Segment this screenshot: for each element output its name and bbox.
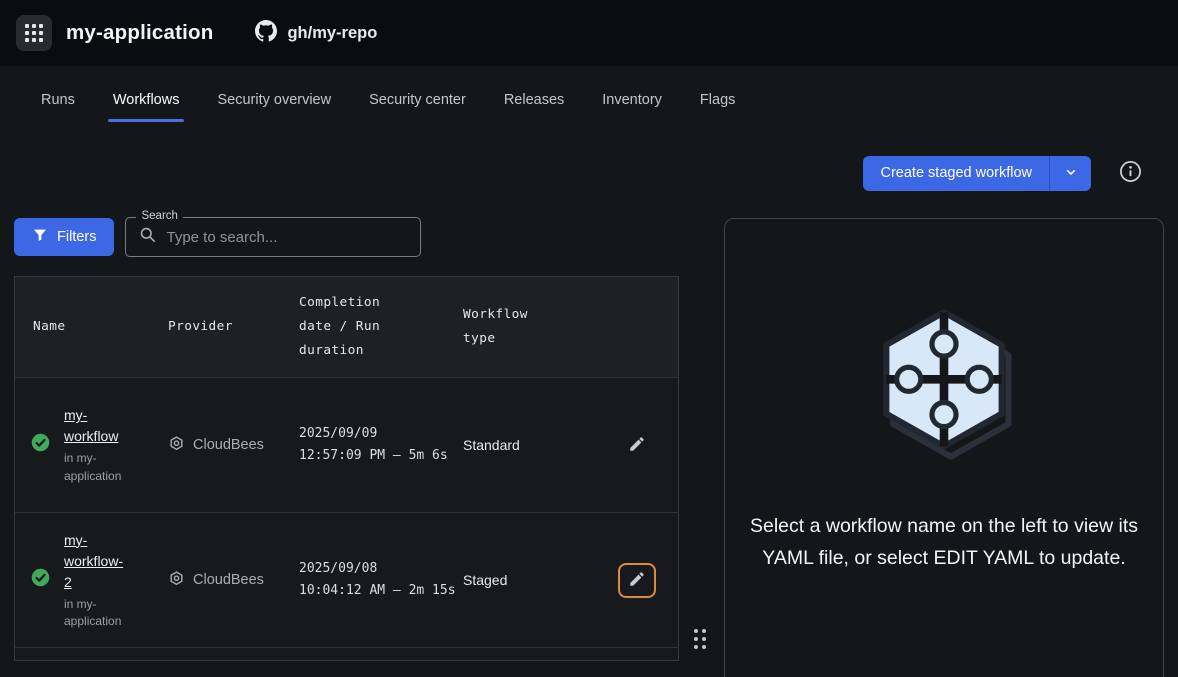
edit-cell [595, 429, 678, 462]
name-stack: my-workflow-2 in my-application [64, 530, 130, 631]
provider-cell: CloudBees [168, 570, 299, 591]
workflow-name-link[interactable]: my-workflow-2 [64, 530, 130, 593]
provider-label: CloudBees [193, 572, 264, 588]
workflow-scope: in my-application [64, 596, 126, 631]
cloudbees-icon [168, 570, 185, 591]
repo-label: gh/my-repo [287, 24, 377, 43]
table-row: my-workflow-2 in my-application CloudBee… [15, 512, 678, 647]
tab-workflows[interactable]: Workflows [98, 78, 195, 122]
yaml-detail-panel: Select a workflow name on the left to vi… [724, 218, 1164, 677]
name-cell: my-workflow in my-application [15, 405, 168, 485]
info-button[interactable] [1119, 160, 1142, 186]
tab-bar: Runs Workflows Security overview Securit… [0, 66, 1178, 133]
table-next-row-partial [15, 647, 678, 660]
github-icon [255, 20, 277, 47]
repo-link[interactable]: gh/my-repo [255, 20, 377, 47]
completion-date: 2025/09/08 [299, 558, 463, 580]
search-field: Search [125, 217, 421, 257]
column-header-provider: Provider [168, 315, 299, 339]
pencil-icon [628, 570, 646, 591]
run-time: 10:04:12 AM – 2m 15s [299, 580, 463, 602]
main-content: Filters Search Name Provider Completion … [0, 213, 1178, 677]
app-title: my-application [66, 21, 213, 45]
workflow-scope: in my-application [64, 450, 126, 485]
chevron-down-icon [1063, 164, 1079, 183]
tab-flags[interactable]: Flags [685, 78, 750, 122]
filters-button-label: Filters [57, 229, 96, 245]
completion-cell: 2025/09/08 10:04:12 AM – 2m 15s [299, 558, 463, 602]
tab-security-overview[interactable]: Security overview [202, 78, 346, 122]
workflow-list-panel: Filters Search Name Provider Completion … [14, 217, 679, 661]
create-staged-workflow-button[interactable]: Create staged workflow [863, 156, 1049, 191]
top-bar: my-application gh/my-repo [0, 0, 1178, 66]
list-toolbar: Filters Search [14, 217, 679, 257]
search-icon [138, 225, 157, 249]
run-time: 12:57:09 PM – 5m 6s [299, 445, 463, 467]
tab-releases[interactable]: Releases [489, 78, 579, 122]
puzzle-illustration [858, 295, 1030, 472]
panel-resize-grip[interactable] [692, 627, 708, 651]
name-stack: my-workflow in my-application [64, 405, 130, 485]
tab-runs[interactable]: Runs [26, 78, 90, 122]
tab-security-center[interactable]: Security center [354, 78, 481, 122]
filter-icon [32, 227, 48, 247]
search-field-label: Search [136, 210, 182, 222]
search-input[interactable] [166, 229, 408, 246]
apps-grid-icon [25, 24, 44, 43]
column-header-workflow-type: Workflow type [463, 303, 537, 351]
tab-inventory[interactable]: Inventory [587, 78, 677, 122]
pencil-icon [628, 435, 646, 456]
provider-label: CloudBees [193, 437, 264, 453]
table-header-row: Name Provider Completion date / Run dura… [15, 277, 678, 377]
completion-date: 2025/09/09 [299, 423, 463, 445]
detail-panel-message: Select a workflow name on the left to vi… [726, 510, 1162, 574]
edit-cell [595, 563, 678, 598]
name-cell: my-workflow-2 in my-application [15, 530, 168, 631]
filters-button[interactable]: Filters [14, 218, 114, 256]
provider-cell: CloudBees [168, 435, 299, 456]
table-row: my-workflow in my-application CloudBees … [15, 377, 678, 512]
apps-menu-button[interactable] [16, 15, 52, 51]
success-status-icon [30, 567, 51, 593]
column-header-completion: Completion date / Run duration [299, 291, 387, 363]
workflow-type-cell: Staged [463, 572, 595, 588]
workflow-name-link[interactable]: my-workflow [64, 405, 130, 447]
column-header-name: Name [15, 315, 168, 339]
workflow-type-cell: Standard [463, 437, 595, 453]
edit-workflow-button[interactable] [622, 429, 652, 462]
workflows-table: Name Provider Completion date / Run dura… [14, 276, 679, 661]
create-workflow-dropdown-button[interactable] [1049, 156, 1091, 191]
cloudbees-icon [168, 435, 185, 456]
completion-cell: 2025/09/09 12:57:09 PM – 5m 6s [299, 423, 463, 467]
edit-workflow-button-focused[interactable] [618, 563, 656, 598]
info-icon [1119, 160, 1142, 186]
action-bar: Create staged workflow [0, 133, 1178, 213]
create-staged-workflow-split-button: Create staged workflow [863, 156, 1091, 191]
success-status-icon [30, 432, 51, 458]
